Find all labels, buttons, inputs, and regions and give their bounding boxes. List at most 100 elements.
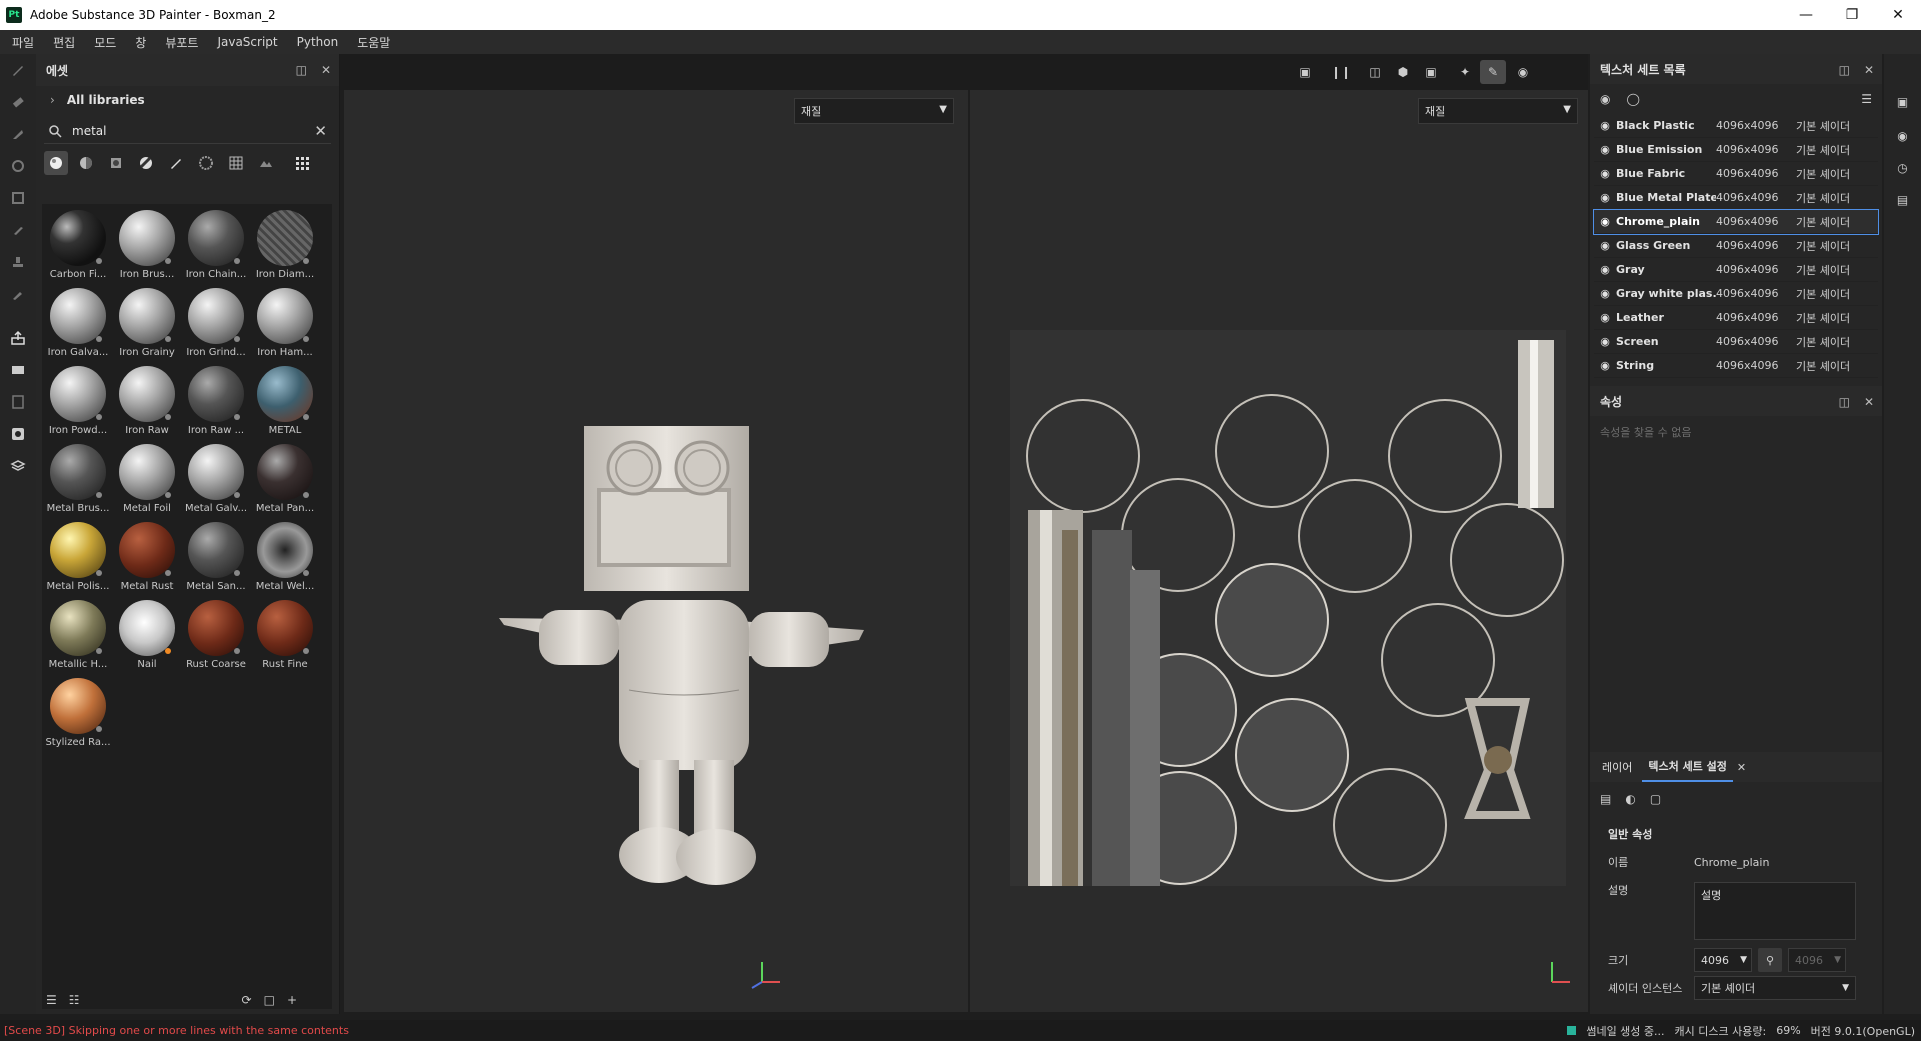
asset-tile[interactable]: Iron Grainy [113,288,181,366]
filter-materials-icon[interactable] [44,151,68,175]
filter-list-icon[interactable]: ☷ [69,993,80,1007]
texture-set-row[interactable]: ◉ String 4096x4096 기본 셰이더 [1594,354,1878,378]
asset-tile[interactable]: Metal Polis... [44,522,112,600]
texture-set-row[interactable]: ◉ Leather 4096x4096 기본 셰이더 [1594,306,1878,330]
asset-tile[interactable]: Iron Chain... [182,210,250,288]
settings-list-icon[interactable]: ▤ [1600,792,1611,806]
viewport-3d[interactable]: 재질 ▼ [344,90,968,1012]
undock-icon[interactable]: ◫ [1839,395,1850,409]
measure-icon[interactable] [0,386,36,418]
asset-tile[interactable]: Iron Raw [113,366,181,444]
filter-brushes-icon[interactable] [164,151,188,175]
menu-javascript[interactable]: JavaScript [217,35,277,49]
asset-tile[interactable]: Metal Pan... [251,444,319,522]
menu-viewport[interactable]: 뷰포트 [165,34,198,51]
texture-set-row[interactable]: ◉ Screen 4096x4096 기본 셰이더 [1594,330,1878,354]
search-input[interactable] [72,123,292,138]
asset-tile[interactable]: METAL [251,366,319,444]
visibility-eye-icon[interactable]: ◉ [1594,287,1616,300]
visibility-eye-icon[interactable]: ◉ [1594,359,1616,372]
texture-set-row[interactable]: ◉ Blue Metal Plate 4096x4096 기본 셰이더 [1594,186,1878,210]
menu-python[interactable]: Python [297,35,339,49]
texture-set-row[interactable]: ◉ Gray white plas... 4096x4096 기본 셰이더 [1594,282,1878,306]
lighting-icon[interactable]: ✦ [1452,60,1478,84]
close-window-button[interactable]: ✕ [1875,0,1921,30]
log-icon[interactable]: ▤ [1884,184,1921,216]
menu-edit[interactable]: 편집 [53,34,75,51]
shader-settings-icon[interactable]: ◉ [1884,120,1921,152]
filter-textures-icon[interactable] [224,151,248,175]
asset-tile[interactable]: Nail [113,600,181,678]
breadcrumb[interactable]: › All libraries [36,86,339,114]
add-icon[interactable]: + [287,993,297,1007]
undock-icon[interactable]: ◫ [1839,63,1850,77]
visibility-eye-icon[interactable]: ◉ [1594,335,1616,348]
close-icon[interactable]: ✕ [1864,63,1874,77]
smudge-icon[interactable] [0,214,36,246]
paint-brush-icon[interactable] [0,54,36,86]
asset-tile[interactable]: Iron Grind... [182,288,250,366]
filter-masks-icon[interactable] [104,151,128,175]
visibility-eye-icon[interactable]: ◉ [1594,191,1616,204]
lock-icon[interactable]: ⚲ [1758,948,1782,972]
paint-mode-icon[interactable]: ✎ [1480,60,1506,84]
clone-stamp-icon[interactable] [0,246,36,278]
refresh-icon[interactable]: ⟳ [242,993,252,1007]
menu-mode[interactable]: 모드 [94,34,116,51]
asset-tile[interactable]: Carbon Fi... [44,210,112,288]
folder-icon[interactable]: □ [264,993,275,1007]
maximize-button[interactable]: ❐ [1829,0,1875,30]
export-icon[interactable] [0,322,36,354]
visibility-eye-icon[interactable]: ◉ [1594,311,1616,324]
asset-tile[interactable]: Iron Brus... [113,210,181,288]
clear-search-icon[interactable]: ✕ [314,122,327,140]
visibility-eye-icon[interactable]: ◉ [1594,167,1616,180]
asset-tile[interactable]: Metal Rust [113,522,181,600]
close-icon[interactable]: ✕ [321,63,331,77]
hide-ui-icon[interactable]: ▣ [1292,60,1318,84]
filter-environments-icon[interactable] [254,151,278,175]
texture-set-panel-icon[interactable]: ▣ [1884,84,1921,120]
bake-icon[interactable] [0,354,36,386]
asset-tile[interactable]: Rust Coarse [182,600,250,678]
history-icon[interactable]: ◷ [1884,152,1921,184]
visibility-eye-icon[interactable]: ◉ [1594,239,1616,252]
show-all-icon[interactable]: ◯ [1626,92,1639,106]
asset-tile[interactable]: Metal Foil [113,444,181,522]
texture-set-row[interactable]: ◉ Glass Green 4096x4096 기본 셰이더 [1594,234,1878,258]
tab-layers[interactable]: 레이어 [1596,753,1638,781]
asset-tile[interactable]: Iron Raw ... [182,366,250,444]
geometry-mask-icon[interactable] [0,150,36,182]
color-picker-icon[interactable] [0,278,36,310]
uv-icon[interactable]: ▢ [1650,792,1661,806]
asset-tile[interactable]: Iron Diam... [251,210,319,288]
polygon-fill-icon[interactable] [0,182,36,214]
pause-icon[interactable]: ❙❙ [1328,60,1354,84]
filter-smart-materials-icon[interactable] [74,151,98,175]
menu-help[interactable]: 도움말 [357,34,390,51]
list-options-icon[interactable]: ☰ [1861,92,1872,106]
list-view-icon[interactable]: ☰ [46,993,57,1007]
screenshot-icon[interactable]: ◉ [1510,60,1536,84]
asset-tile[interactable]: Iron Powd... [44,366,112,444]
texture-set-row[interactable]: ◉ Gray 4096x4096 기본 셰이더 [1594,258,1878,282]
hide-all-icon[interactable]: ◉ [1600,92,1610,106]
viewer-settings-icon[interactable] [0,450,36,482]
menu-window[interactable]: 창 [135,34,146,51]
asset-tile[interactable]: Metal Galv... [182,444,250,522]
asset-tile[interactable]: Rust Fine [251,600,319,678]
undock-icon[interactable]: ◫ [296,63,307,77]
visibility-eye-icon[interactable]: ◉ [1594,215,1616,228]
close-icon[interactable]: ✕ [1864,395,1874,409]
texture-set-row[interactable]: ◉ Black Plastic 4096x4096 기본 셰이더 [1594,114,1878,138]
asset-tile[interactable]: Metal Wel... [251,522,319,600]
display-settings-icon[interactable] [0,418,36,450]
menu-file[interactable]: 파일 [12,34,34,51]
viewport-2d[interactable]: 재질 ▼ [970,90,1588,1012]
projection-icon[interactable] [0,118,36,150]
asset-tile[interactable]: Iron Ham... [251,288,319,366]
asset-tile[interactable]: Iron Galva... [44,288,112,366]
eraser-icon[interactable] [0,86,36,118]
asset-tile[interactable]: Stylized Ra... [44,678,112,756]
filter-smart-masks-icon[interactable] [134,151,158,175]
